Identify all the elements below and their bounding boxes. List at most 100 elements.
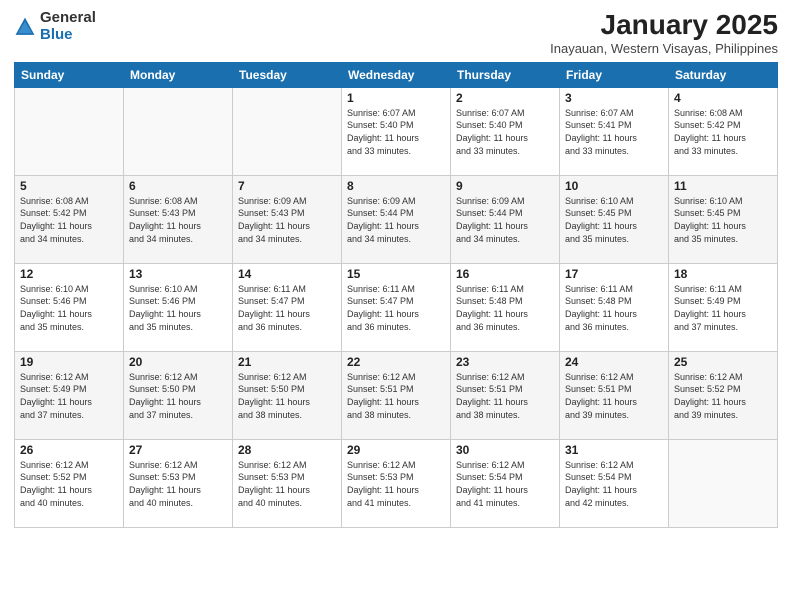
week-row-2: 5 Sunrise: 6:08 AM Sunset: 5:42 PM Daylig… <box>15 175 778 263</box>
day-number: 2 <box>456 91 554 105</box>
week-row-5: 26Sunrise: 6:12 AM Sunset: 5:52 PM Dayli… <box>15 439 778 527</box>
cell-3-1: 12 Sunrise: 6:10 AM Sunset: 5:46 PM Dayli… <box>15 263 124 351</box>
day-info: Sunrise: 6:08 AM Sunset: 5:42 PM Dayligh… <box>674 107 772 157</box>
cell-3-3: 14 Sunrise: 6:11 AM Sunset: 5:47 PM Dayli… <box>233 263 342 351</box>
cell-4-1: 19 Sunrise: 6:12 AM Sunset: 5:49 PM Dayli… <box>15 351 124 439</box>
cell-2-2: 6 Sunrise: 6:08 AM Sunset: 5:43 PM Daylig… <box>124 175 233 263</box>
day-number: 19 <box>20 355 118 369</box>
cell-5-7 <box>669 439 778 527</box>
day-info: Sunrise: 6:11 AM Sunset: 5:48 PM Dayligh… <box>456 283 554 333</box>
day-number: 1 <box>347 91 445 105</box>
header-tuesday: Tuesday <box>233 62 342 87</box>
header-saturday: Saturday <box>669 62 778 87</box>
day-number: 5 <box>20 179 118 193</box>
day-info: Sunrise: 6:12 AM Sunset: 5:50 PM Dayligh… <box>129 371 227 421</box>
logo: General Blue <box>14 10 96 43</box>
day-number: 21 <box>238 355 336 369</box>
cell-1-7: 4 Sunrise: 6:08 AM Sunset: 5:42 PM Daylig… <box>669 87 778 175</box>
day-info: Sunrise: 6:10 AM Sunset: 5:45 PM Dayligh… <box>674 195 772 245</box>
day-info: Sunrise: 6:07 AM Sunset: 5:40 PM Dayligh… <box>347 107 445 157</box>
day-number: 27 <box>129 443 227 457</box>
day-number: 13 <box>129 267 227 281</box>
day-number: 23 <box>456 355 554 369</box>
day-info: Sunrise: 6:10 AM Sunset: 5:45 PM Dayligh… <box>565 195 663 245</box>
page-header: General Blue January 2025 Inayauan, West… <box>14 10 778 56</box>
cell-4-7: 25Sunrise: 6:12 AM Sunset: 5:52 PM Dayli… <box>669 351 778 439</box>
day-info: Sunrise: 6:12 AM Sunset: 5:51 PM Dayligh… <box>565 371 663 421</box>
day-info: Sunrise: 6:07 AM Sunset: 5:41 PM Dayligh… <box>565 107 663 157</box>
day-info: Sunrise: 6:12 AM Sunset: 5:50 PM Dayligh… <box>238 371 336 421</box>
day-number: 16 <box>456 267 554 281</box>
cell-5-5: 30Sunrise: 6:12 AM Sunset: 5:54 PM Dayli… <box>451 439 560 527</box>
location-subtitle: Inayauan, Western Visayas, Philippines <box>550 41 778 56</box>
cell-1-1 <box>15 87 124 175</box>
day-number: 4 <box>674 91 772 105</box>
day-info: Sunrise: 6:12 AM Sunset: 5:49 PM Dayligh… <box>20 371 118 421</box>
day-info: Sunrise: 6:09 AM Sunset: 5:43 PM Dayligh… <box>238 195 336 245</box>
day-info: Sunrise: 6:12 AM Sunset: 5:51 PM Dayligh… <box>456 371 554 421</box>
day-info: Sunrise: 6:09 AM Sunset: 5:44 PM Dayligh… <box>347 195 445 245</box>
day-number: 8 <box>347 179 445 193</box>
header-monday: Monday <box>124 62 233 87</box>
day-number: 9 <box>456 179 554 193</box>
cell-1-5: 2 Sunrise: 6:07 AM Sunset: 5:40 PM Daylig… <box>451 87 560 175</box>
day-number: 29 <box>347 443 445 457</box>
header-wednesday: Wednesday <box>342 62 451 87</box>
cell-4-6: 24Sunrise: 6:12 AM Sunset: 5:51 PM Dayli… <box>560 351 669 439</box>
day-number: 3 <box>565 91 663 105</box>
cell-2-5: 9 Sunrise: 6:09 AM Sunset: 5:44 PM Daylig… <box>451 175 560 263</box>
title-block: January 2025 Inayauan, Western Visayas, … <box>550 10 778 56</box>
day-info: Sunrise: 6:08 AM Sunset: 5:42 PM Dayligh… <box>20 195 118 245</box>
day-info: Sunrise: 6:08 AM Sunset: 5:43 PM Dayligh… <box>129 195 227 245</box>
day-info: Sunrise: 6:09 AM Sunset: 5:44 PM Dayligh… <box>456 195 554 245</box>
cell-3-6: 17Sunrise: 6:11 AM Sunset: 5:48 PM Dayli… <box>560 263 669 351</box>
cell-5-6: 31Sunrise: 6:12 AM Sunset: 5:54 PM Dayli… <box>560 439 669 527</box>
weekday-header-row: Sunday Monday Tuesday Wednesday Thursday… <box>15 62 778 87</box>
header-friday: Friday <box>560 62 669 87</box>
day-number: 15 <box>347 267 445 281</box>
day-info: Sunrise: 6:07 AM Sunset: 5:40 PM Dayligh… <box>456 107 554 157</box>
cell-4-4: 22 Sunrise: 6:12 AM Sunset: 5:51 PM Dayli… <box>342 351 451 439</box>
day-info: Sunrise: 6:12 AM Sunset: 5:53 PM Dayligh… <box>347 459 445 509</box>
day-number: 18 <box>674 267 772 281</box>
day-number: 6 <box>129 179 227 193</box>
cell-2-3: 7Sunrise: 6:09 AM Sunset: 5:43 PM Daylig… <box>233 175 342 263</box>
cell-3-2: 13 Sunrise: 6:10 AM Sunset: 5:46 PM Dayli… <box>124 263 233 351</box>
day-number: 31 <box>565 443 663 457</box>
cell-3-4: 15 Sunrise: 6:11 AM Sunset: 5:47 PM Dayli… <box>342 263 451 351</box>
calendar-table: Sunday Monday Tuesday Wednesday Thursday… <box>14 62 778 528</box>
cell-2-4: 8 Sunrise: 6:09 AM Sunset: 5:44 PM Daylig… <box>342 175 451 263</box>
week-row-4: 19 Sunrise: 6:12 AM Sunset: 5:49 PM Dayli… <box>15 351 778 439</box>
cell-1-6: 3 Sunrise: 6:07 AM Sunset: 5:41 PM Daylig… <box>560 87 669 175</box>
cell-4-3: 21 Sunrise: 6:12 AM Sunset: 5:50 PM Dayli… <box>233 351 342 439</box>
cell-5-1: 26Sunrise: 6:12 AM Sunset: 5:52 PM Dayli… <box>15 439 124 527</box>
day-number: 22 <box>347 355 445 369</box>
day-number: 26 <box>20 443 118 457</box>
week-row-3: 12 Sunrise: 6:10 AM Sunset: 5:46 PM Dayli… <box>15 263 778 351</box>
day-info: Sunrise: 6:11 AM Sunset: 5:47 PM Dayligh… <box>347 283 445 333</box>
day-number: 28 <box>238 443 336 457</box>
cell-4-2: 20 Sunrise: 6:12 AM Sunset: 5:50 PM Dayli… <box>124 351 233 439</box>
day-number: 17 <box>565 267 663 281</box>
cell-5-4: 29 Sunrise: 6:12 AM Sunset: 5:53 PM Dayli… <box>342 439 451 527</box>
cell-1-3 <box>233 87 342 175</box>
day-info: Sunrise: 6:10 AM Sunset: 5:46 PM Dayligh… <box>129 283 227 333</box>
day-number: 14 <box>238 267 336 281</box>
day-info: Sunrise: 6:12 AM Sunset: 5:53 PM Dayligh… <box>129 459 227 509</box>
day-info: Sunrise: 6:12 AM Sunset: 5:52 PM Dayligh… <box>674 371 772 421</box>
cell-4-5: 23 Sunrise: 6:12 AM Sunset: 5:51 PM Dayli… <box>451 351 560 439</box>
day-info: Sunrise: 6:11 AM Sunset: 5:47 PM Dayligh… <box>238 283 336 333</box>
cell-5-2: 27 Sunrise: 6:12 AM Sunset: 5:53 PM Dayli… <box>124 439 233 527</box>
day-info: Sunrise: 6:10 AM Sunset: 5:46 PM Dayligh… <box>20 283 118 333</box>
header-sunday: Sunday <box>15 62 124 87</box>
day-info: Sunrise: 6:12 AM Sunset: 5:53 PM Dayligh… <box>238 459 336 509</box>
day-info: Sunrise: 6:12 AM Sunset: 5:51 PM Dayligh… <box>347 371 445 421</box>
day-info: Sunrise: 6:11 AM Sunset: 5:49 PM Dayligh… <box>674 283 772 333</box>
day-number: 10 <box>565 179 663 193</box>
cell-3-5: 16 Sunrise: 6:11 AM Sunset: 5:48 PM Dayli… <box>451 263 560 351</box>
month-title: January 2025 <box>550 10 778 41</box>
day-number: 12 <box>20 267 118 281</box>
cell-1-2 <box>124 87 233 175</box>
day-number: 20 <box>129 355 227 369</box>
cell-2-7: 11Sunrise: 6:10 AM Sunset: 5:45 PM Dayli… <box>669 175 778 263</box>
